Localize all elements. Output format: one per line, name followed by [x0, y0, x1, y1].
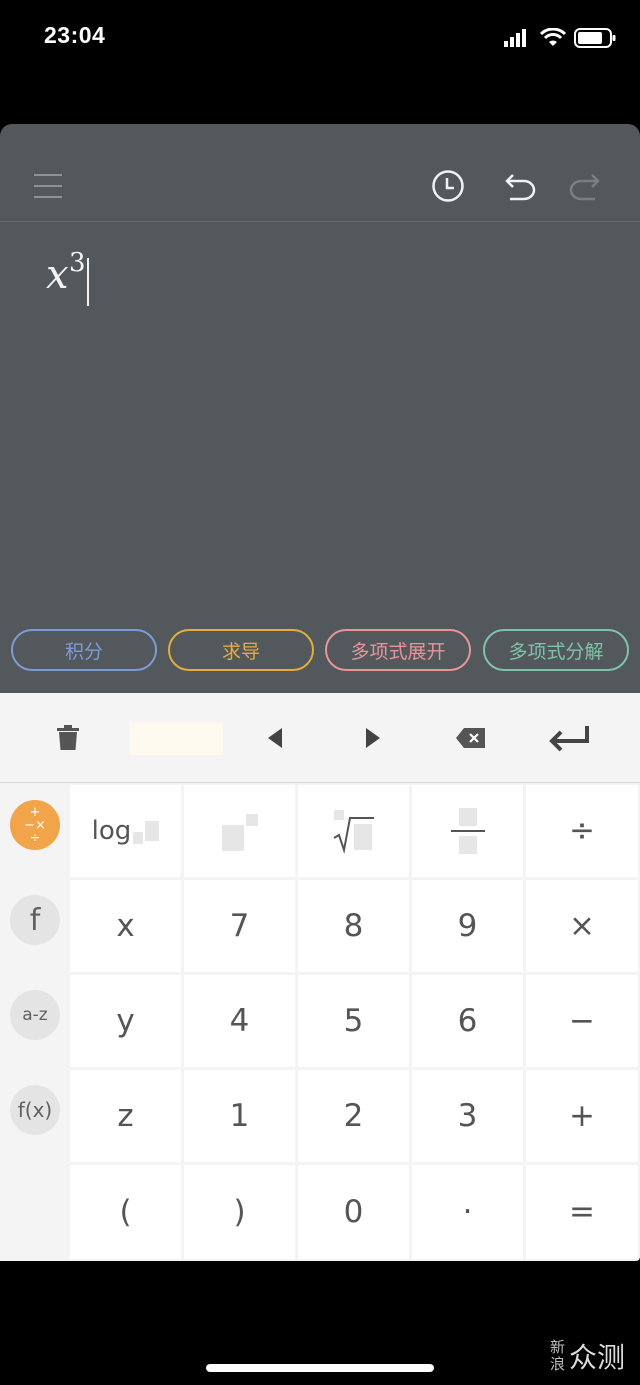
backspace-icon[interactable]: [446, 717, 496, 759]
keyboard-side-column: +−×÷ f a-z f(x): [0, 783, 68, 1261]
keyboard-toolbar: [0, 693, 640, 783]
menu-icon[interactable]: [30, 169, 66, 203]
key-3[interactable]: 3: [412, 1070, 523, 1162]
chip-integral[interactable]: 积分: [11, 629, 157, 671]
chip-polynomial-expand[interactable]: 多项式展开: [325, 629, 471, 671]
clock-icon[interactable]: [430, 169, 466, 203]
key-minus[interactable]: −: [526, 975, 638, 1067]
math-expression[interactable]: x 3: [46, 248, 89, 306]
function-mode-button[interactable]: f: [10, 895, 60, 945]
key-plus[interactable]: +: [526, 1070, 638, 1162]
action-chips: 积分 求导 多项式展开 多项式分解: [0, 629, 640, 673]
fraction-icon: [450, 808, 485, 854]
enter-icon[interactable]: [545, 717, 595, 759]
key-4[interactable]: 4: [184, 975, 295, 1067]
key-8[interactable]: 8: [298, 880, 409, 972]
key-5[interactable]: 5: [298, 975, 409, 1067]
key-multiply[interactable]: ×: [526, 880, 638, 972]
key-y[interactable]: y: [70, 975, 181, 1067]
key-root[interactable]: [298, 785, 409, 877]
key-fraction[interactable]: [412, 785, 523, 877]
wifi-icon: [540, 28, 566, 46]
key-1[interactable]: 1: [184, 1070, 295, 1162]
key-decimal[interactable]: ·: [412, 1165, 523, 1259]
operators-label: +−×÷: [24, 804, 46, 846]
status-time: 23:04: [44, 22, 106, 48]
key-9[interactable]: 9: [412, 880, 523, 972]
root-icon: [332, 810, 374, 854]
key-divide[interactable]: ÷: [526, 785, 638, 877]
key-open-paren[interactable]: (: [70, 1165, 181, 1259]
key-equals[interactable]: =: [526, 1165, 638, 1259]
arrow-right-icon[interactable]: [348, 717, 398, 759]
key-close-paren[interactable]: ): [184, 1165, 295, 1259]
math-keyboard: +−×÷ f a-z f(x) log ÷ x 7 8 9 × y 4 5 6 …: [0, 693, 640, 1261]
signal-icon: [504, 29, 526, 47]
watermark-small: 新 浪: [550, 1339, 565, 1373]
log-arg-placeholder: [145, 821, 160, 841]
watermark-big: 众测: [569, 1341, 626, 1374]
log-base-placeholder: [133, 832, 144, 844]
key-grid: log ÷ x 7 8 9 × y 4 5 6 − z 1 2 3 + () …: [68, 783, 640, 1261]
power-base-placeholder: [221, 825, 244, 851]
key-2[interactable]: 2: [298, 1070, 409, 1162]
chip-polynomial-factor[interactable]: 多项式分解: [483, 629, 629, 671]
power-exp-placeholder: [245, 814, 258, 826]
undo-icon[interactable]: [503, 169, 539, 203]
operators-mode-button[interactable]: +−×÷: [10, 800, 60, 850]
editor-toolbar: [0, 124, 640, 222]
battery-icon: [574, 28, 616, 48]
home-indicator[interactable]: [206, 1364, 434, 1372]
watermark: 新 浪 众测: [550, 1336, 625, 1376]
chip-derivative[interactable]: 求导: [168, 629, 314, 671]
key-z[interactable]: z: [70, 1070, 181, 1162]
status-icons: [504, 26, 616, 50]
key-power[interactable]: [184, 785, 295, 877]
key-log[interactable]: log: [70, 785, 181, 877]
redo-icon[interactable]: [566, 169, 602, 203]
watermark-small-bottom: 浪: [550, 1355, 566, 1373]
expression-variable: x: [46, 252, 69, 298]
key-0[interactable]: 0: [298, 1165, 409, 1259]
watermark-small-top: 新: [550, 1338, 566, 1356]
arrow-left-icon[interactable]: [250, 717, 300, 759]
letters-mode-button[interactable]: a-z: [10, 990, 60, 1040]
key-log-label: log: [91, 816, 132, 846]
editor-panel[interactable]: x 3 积分 求导 多项式展开 多项式分解: [0, 124, 640, 694]
expression-exponent: 3: [69, 248, 86, 278]
input-slot[interactable]: [130, 722, 223, 755]
text-caret: [87, 258, 89, 306]
key-6[interactable]: 6: [412, 975, 523, 1067]
key-x[interactable]: x: [70, 880, 181, 972]
fx-mode-button[interactable]: f(x): [10, 1085, 60, 1135]
key-7[interactable]: 7: [184, 880, 295, 972]
status-bar: 23:04: [0, 0, 640, 80]
trash-icon[interactable]: [43, 717, 93, 759]
